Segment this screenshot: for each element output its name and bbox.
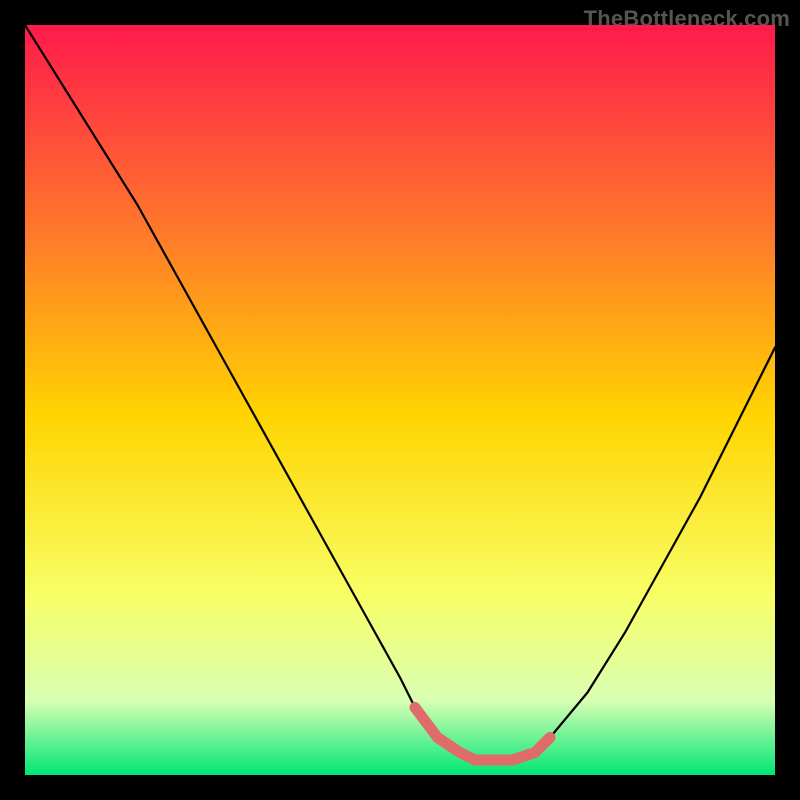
chart-svg (25, 25, 775, 775)
plot-area (25, 25, 775, 775)
chart-frame: TheBottleneck.com (0, 0, 800, 800)
gradient-background (25, 25, 775, 775)
